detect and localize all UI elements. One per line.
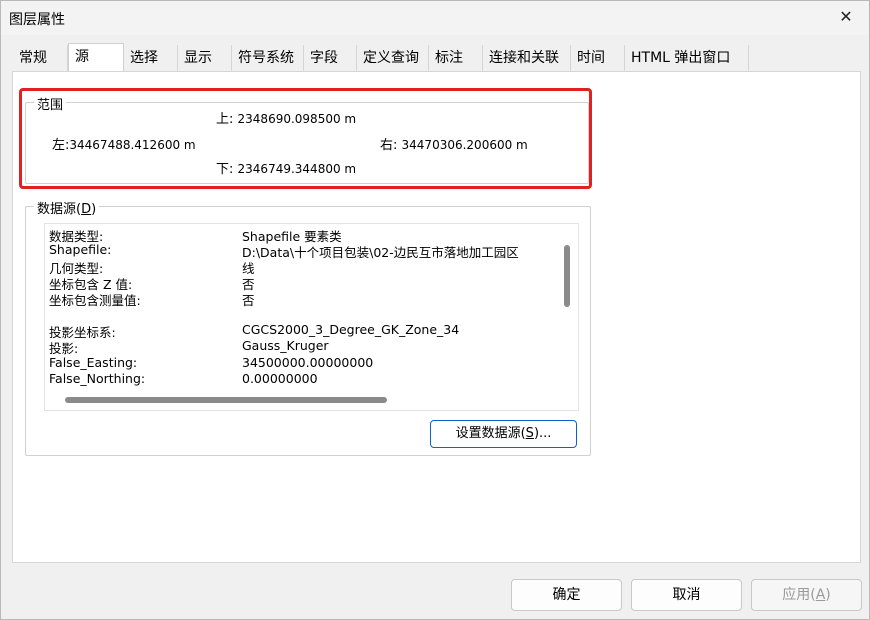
datasource-info-box[interactable]: 数据类型: Shapefile 要素类 Shapefile: D:\Data\十个项… <box>44 223 579 411</box>
tab-definition-query[interactable]: 定义查询 <box>357 45 429 71</box>
datasource-group-title: 数据源(D) <box>34 198 100 217</box>
apply-suffix: ) <box>825 587 831 603</box>
tab-symbology[interactable]: 符号系统 <box>232 45 304 71</box>
extent-top-value: 2348690.098500 m <box>237 112 357 126</box>
extent-bottom-value: 2346749.344800 m <box>237 162 357 176</box>
layer-properties-dialog: 图层属性 ✕ 常规 源 选择 显示 符号系统 字段 定义查询 标注 连接和关联 … <box>0 0 870 620</box>
extent-bottom: 下: 2346749.344800 m <box>216 158 356 177</box>
close-icon: ✕ <box>839 7 853 26</box>
apply-label: 应用( <box>782 587 816 603</box>
extent-left-value: 34467488.412600 m <box>69 138 196 152</box>
info-key: Shapefile: <box>49 242 112 257</box>
ok-button[interactable]: 确定 <box>511 579 622 611</box>
tab-labels[interactable]: 标注 <box>429 45 483 71</box>
info-key: False_Easting: <box>49 355 138 370</box>
tab-source[interactable]: 源 <box>68 43 124 71</box>
tab-fields[interactable]: 字段 <box>304 45 357 71</box>
set-source-suffix: )... <box>533 426 552 441</box>
tab-general[interactable]: 常规 <box>13 45 68 71</box>
info-value: D:\Data\十个项目包装\02-边民互市落地加工园区 <box>242 245 519 260</box>
extent-top: 上: 2348690.098500 m <box>216 108 356 127</box>
extent-bottom-label: 下: <box>216 162 234 177</box>
dialog-title: 图层属性 <box>9 12 65 28</box>
info-key: 坐标包含测量值: <box>49 293 141 308</box>
tab-display[interactable]: 显示 <box>178 45 232 71</box>
tab-selection[interactable]: 选择 <box>124 45 178 71</box>
set-source-key: S <box>525 426 534 441</box>
info-key: False_Northing: <box>49 371 146 386</box>
info-value: Gauss_Kruger <box>242 338 329 353</box>
extent-group-title: 范围 <box>34 94 67 113</box>
tab-time[interactable]: 时间 <box>571 45 625 71</box>
tab-html-popup[interactable]: HTML 弹出窗口 <box>625 45 749 71</box>
extent-top-label: 上: <box>216 112 234 127</box>
datasource-title-key: D <box>81 202 92 217</box>
cancel-button[interactable]: 取消 <box>631 579 742 611</box>
apply-button[interactable]: 应用(A) <box>751 579 862 611</box>
apply-key: A <box>815 587 826 603</box>
info-value: 否 <box>242 293 255 308</box>
tab-joins-relates[interactable]: 连接和关联 <box>483 45 571 71</box>
close-button[interactable]: ✕ <box>829 3 863 31</box>
extent-left-label: 左: <box>52 138 70 153</box>
datasource-title-text: 数据源 <box>37 202 77 217</box>
vertical-scrollbar-thumb[interactable] <box>564 245 570 307</box>
extent-right: 右: 34470306.200600 m <box>380 134 528 153</box>
info-value: 0.00000000 <box>242 371 318 386</box>
info-value: 34500000.00000000 <box>242 355 374 370</box>
info-value: CGCS2000_3_Degree_GK_Zone_34 <box>242 322 460 337</box>
extent-left: 左:34467488.412600 m <box>52 134 196 153</box>
set-data-source-button[interactable]: 设置数据源(S)... <box>430 420 577 448</box>
set-source-label: 设置数据源( <box>455 426 526 441</box>
horizontal-scrollbar-thumb[interactable] <box>65 397 387 403</box>
extent-right-value: 34470306.200600 m <box>401 138 528 152</box>
title-bar: 图层属性 ✕ <box>1 1 869 35</box>
extent-right-label: 右: <box>380 138 398 153</box>
